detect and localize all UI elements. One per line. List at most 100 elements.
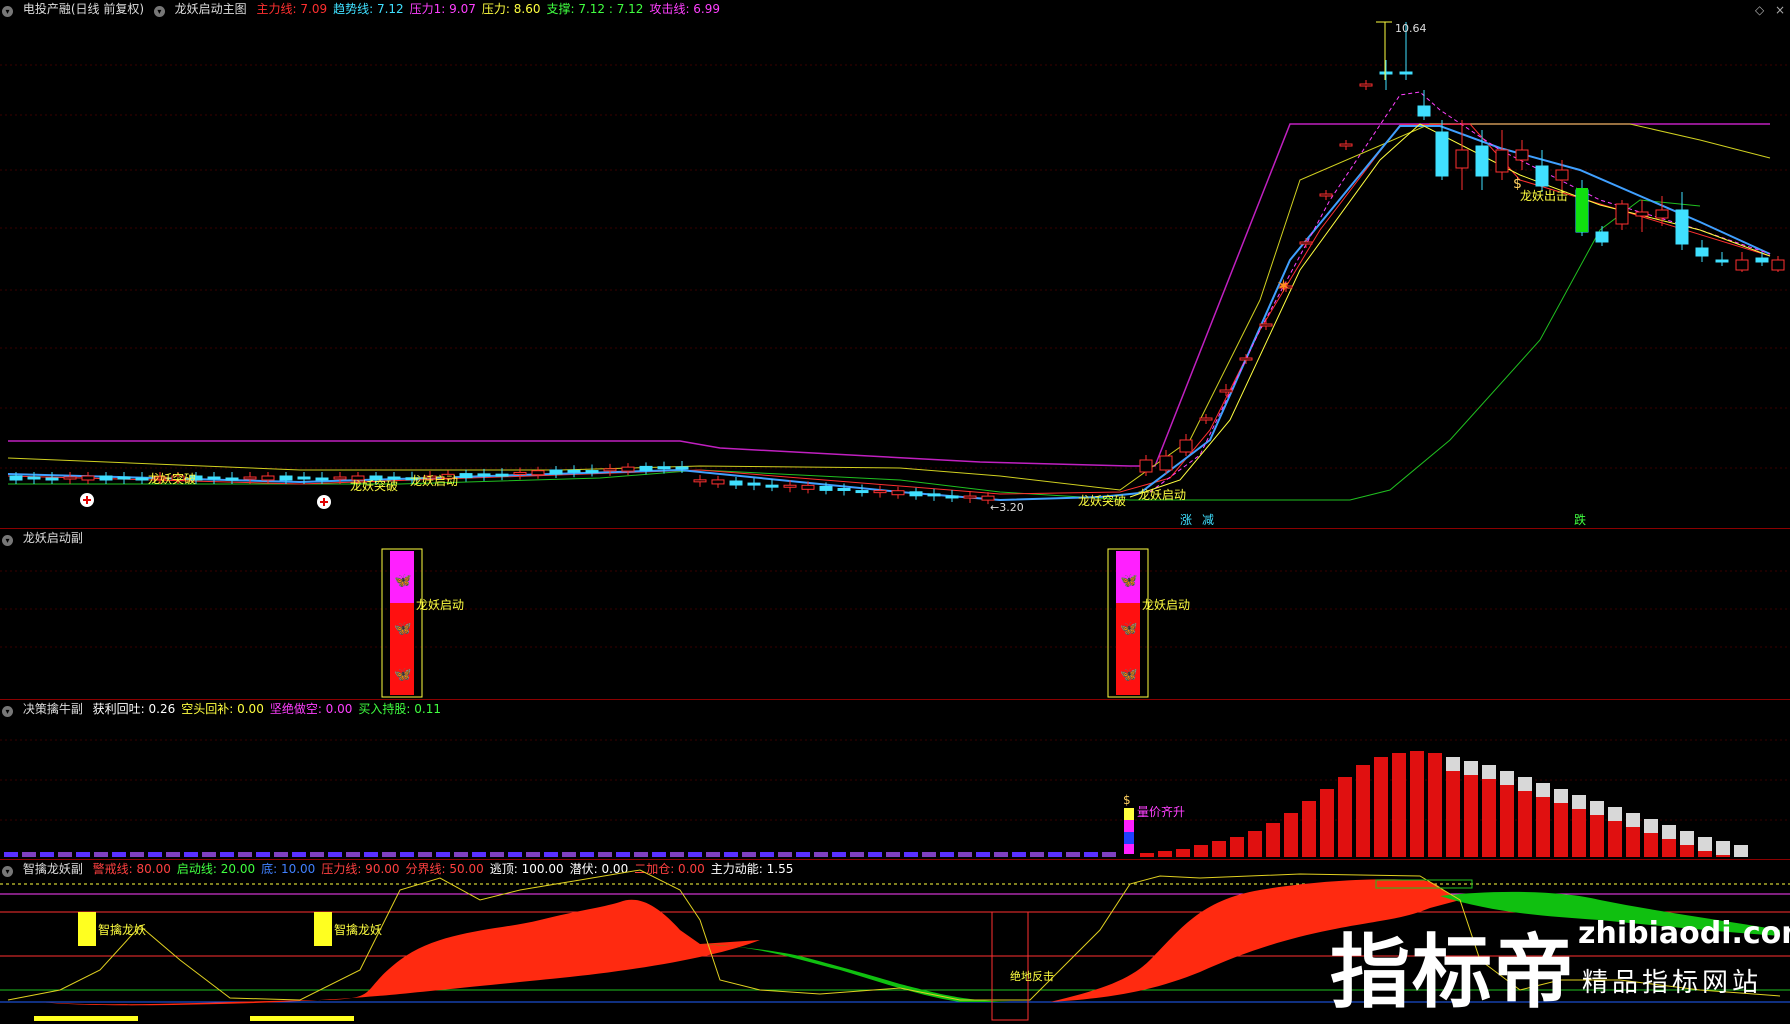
histogram-bar [796, 852, 810, 857]
candle-body [1635, 211, 1649, 217]
candle-body [513, 471, 527, 475]
candle-body [639, 465, 653, 471]
candle-body [1576, 188, 1588, 232]
histogram-bar [76, 852, 90, 857]
histogram-bar-cap [1716, 841, 1730, 855]
candle-body [1595, 231, 1609, 243]
main-chart-panel[interactable]: ▾ 电投产融(日线 前复权) ▾ 龙妖启动主图 主力线: 7.09 趋势线: 7.… [0, 0, 1790, 528]
histogram-bar [130, 852, 144, 857]
candle-body [1435, 131, 1449, 177]
signal-stack: $ [1123, 793, 1134, 854]
candle-body [819, 485, 833, 491]
histogram-bar [1410, 751, 1424, 857]
annotation-label: 龙妖启动 [1138, 488, 1186, 502]
candle-body [1159, 455, 1173, 471]
histogram-bar [832, 852, 846, 857]
signal-label: 绝地反击 [1010, 969, 1054, 983]
marker-label: 涨 [1180, 512, 1192, 527]
histogram-bar [1464, 761, 1478, 857]
histogram-bar [4, 852, 18, 857]
candle-body [585, 470, 599, 474]
histogram-bar [940, 852, 954, 857]
moneybag-icon: $ [1513, 176, 1522, 192]
histogram-bar [814, 852, 828, 857]
watermark-slogan: 精品指标网站 [1582, 968, 1763, 998]
histogram-bar [1194, 845, 1208, 857]
candle-body [1299, 241, 1313, 245]
histogram-bar [616, 852, 630, 857]
histogram-bar [580, 852, 594, 857]
candle-body [1675, 209, 1689, 245]
svg-text:🦋: 🦋 [1120, 667, 1138, 683]
histogram-bar-cap [1464, 761, 1478, 775]
annotation-label: 龙妖突破 [350, 478, 398, 493]
histogram-bar [760, 852, 774, 857]
grid [0, 570, 1790, 648]
candlesticks [9, 22, 1785, 505]
candle-body [279, 475, 293, 481]
candle-body [711, 479, 725, 485]
signal-label: 龙妖启动 [1142, 598, 1190, 612]
candle-body [1219, 389, 1233, 393]
candle-body [1417, 105, 1431, 117]
histogram-bar [1248, 831, 1262, 857]
candle-body [945, 495, 959, 499]
svg-text:$: $ [1123, 793, 1131, 807]
histogram-bar [634, 852, 648, 857]
yellow-ma-line [1129, 123, 1771, 498]
price-chart[interactable]: 10.64 ←3.20 龙妖突破 龙妖突破 龙妖启动 龙妖突破 龙妖启动 龙妖出… [0, 0, 1790, 528]
candle-body [1475, 145, 1489, 177]
histogram-bar [1066, 852, 1080, 857]
histogram-bar [1284, 813, 1298, 857]
histogram-bar [364, 852, 378, 857]
histogram-bar [1428, 753, 1442, 857]
candle-body [459, 473, 473, 479]
plus-marker-icon [317, 495, 331, 509]
histogram-bar [1392, 753, 1406, 857]
signal-label: 龙妖启动 [416, 598, 464, 612]
histogram-bar [346, 852, 360, 857]
histogram-bar [1320, 789, 1334, 857]
histogram-bar-cap [1662, 825, 1676, 839]
histogram-bar [292, 852, 306, 857]
candle-body [27, 476, 41, 480]
candle-body [1555, 169, 1569, 181]
histogram-bar [1030, 852, 1044, 857]
grid [0, 64, 1790, 469]
marker-label: 减 [1202, 513, 1214, 527]
candle-body [1615, 203, 1629, 225]
candle-body [621, 466, 635, 472]
annotation-label: 龙妖突破 [148, 471, 196, 486]
histogram-bar [1084, 852, 1098, 857]
histogram-bar [994, 852, 1008, 857]
candle-body [297, 476, 311, 480]
histogram-bar [976, 852, 990, 857]
histogram-bar [1230, 837, 1244, 857]
candle-body [891, 490, 905, 496]
candle-body [1715, 259, 1729, 263]
svg-text:🦋: 🦋 [1120, 621, 1138, 637]
histogram-bar [328, 852, 342, 857]
svg-text:🦋: 🦋 [394, 667, 412, 683]
candle-body [1655, 209, 1669, 219]
histogram-bar-cap [1482, 765, 1496, 779]
pressure1-line [8, 123, 1770, 467]
histogram-bar [1048, 852, 1062, 857]
histogram-bar [454, 852, 468, 857]
histogram-bar [544, 852, 558, 857]
candle-body [135, 477, 149, 481]
histogram-bar [1176, 849, 1190, 857]
histogram-bar [472, 852, 486, 857]
candle-body [657, 466, 671, 470]
histogram-bar [94, 852, 108, 857]
sub-panel-decision[interactable]: ▾ 决策擒牛副 获利回吐: 0.26 空头回补: 0.00 坚绝做空: 0.00 买入… [0, 699, 1790, 859]
candle-body [927, 493, 941, 497]
signal-label: 智擒龙妖 [334, 922, 382, 937]
histogram-bar-cap [1518, 777, 1532, 791]
candle-body [495, 473, 509, 477]
histogram-bar [526, 852, 540, 857]
candle-body [1179, 439, 1193, 453]
histogram-bar [202, 852, 216, 857]
sub1-chart: 🦋 🦋 🦋 🦋 🦋 🦋 龙妖启动 龙妖启动 [0, 548, 1790, 698]
sub-panel-dragon-start[interactable]: ▾ 龙妖启动副 🦋 🦋 🦋 🦋 🦋 🦋 龙妖启动 龙妖启动 [0, 528, 1790, 699]
